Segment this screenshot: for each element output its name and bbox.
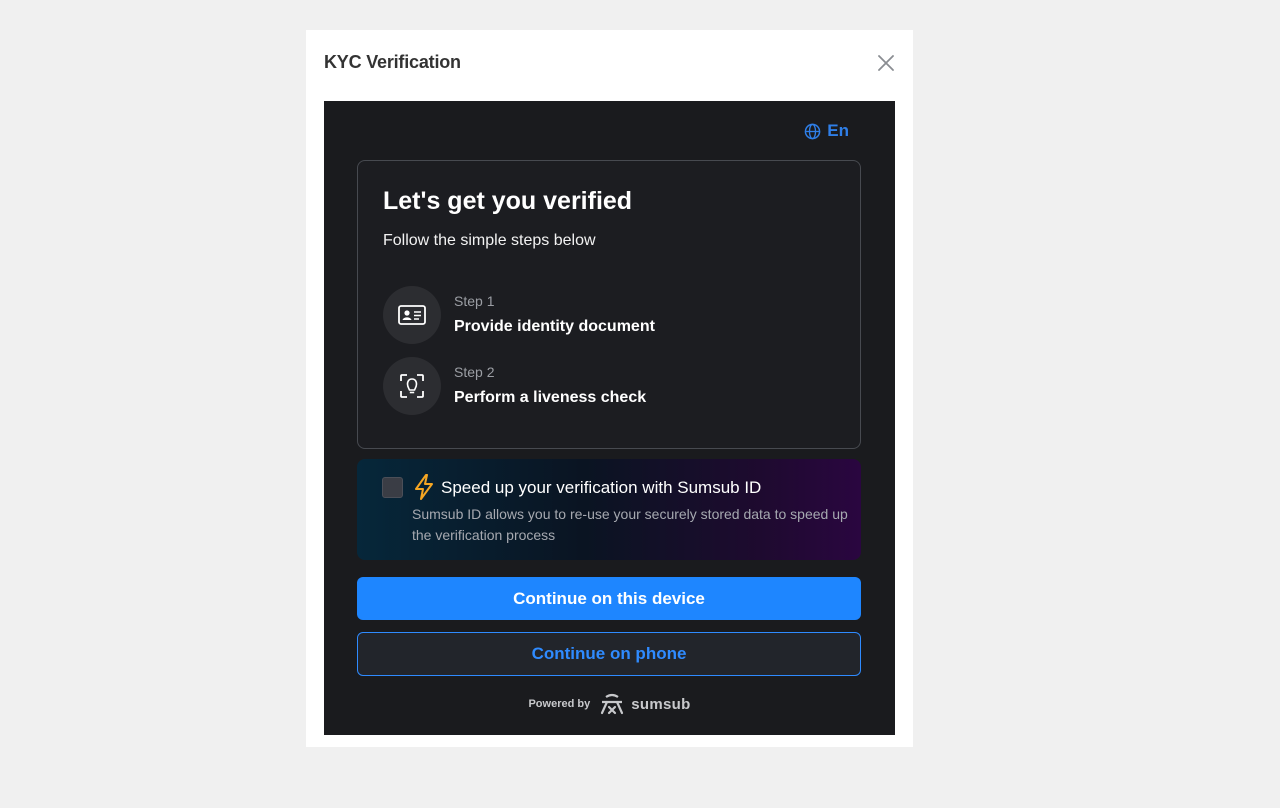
promo-description: Sumsub ID allows you to re-use your secu… (412, 506, 848, 543)
powered-by-label: Powered by (528, 698, 591, 710)
globe-icon (804, 123, 821, 139)
step-text: Provide identity document (454, 318, 655, 335)
close-icon (878, 55, 894, 71)
step-item: Step 1 Provide identity document (383, 286, 823, 346)
face-scan-icon (400, 374, 424, 398)
language-label: En (827, 121, 849, 140)
intro-subtitle: Follow the simple steps below (383, 232, 596, 249)
sumsub-logo: sumsub (598, 693, 690, 715)
step-item: Step 2 Perform a liveness check (383, 357, 823, 417)
continue-on-phone-button[interactable]: Continue on phone (357, 632, 861, 676)
promo-title: Speed up your verification with Sumsub I… (441, 478, 762, 497)
modal-title: KYC Verification (324, 52, 461, 72)
lightning-icon (415, 474, 433, 500)
verification-frame: En Let's get you verified Follow the sim… (324, 101, 895, 735)
close-button[interactable] (875, 52, 897, 74)
language-selector[interactable]: En (804, 121, 849, 141)
steps-card: Let's get you verified Follow the simple… (357, 160, 861, 449)
step-label: Step 2 (454, 364, 495, 380)
step-label: Step 1 (454, 293, 495, 309)
id-card-icon (398, 305, 426, 325)
kyc-modal: KYC Verification En Let's get you verifi… (306, 30, 913, 747)
powered-by-footer: Powered by sumsub (324, 693, 895, 715)
step-text: Perform a liveness check (454, 389, 647, 406)
sumsub-id-checkbox[interactable] (382, 477, 403, 498)
brand-name: sumsub (631, 695, 691, 713)
sumsub-id-promo: Speed up your verification with Sumsub I… (357, 459, 861, 560)
continue-on-device-button[interactable]: Continue on this device (357, 577, 861, 620)
intro-title: Let's get you verified (383, 187, 633, 215)
sumsub-logo-icon (601, 693, 624, 715)
